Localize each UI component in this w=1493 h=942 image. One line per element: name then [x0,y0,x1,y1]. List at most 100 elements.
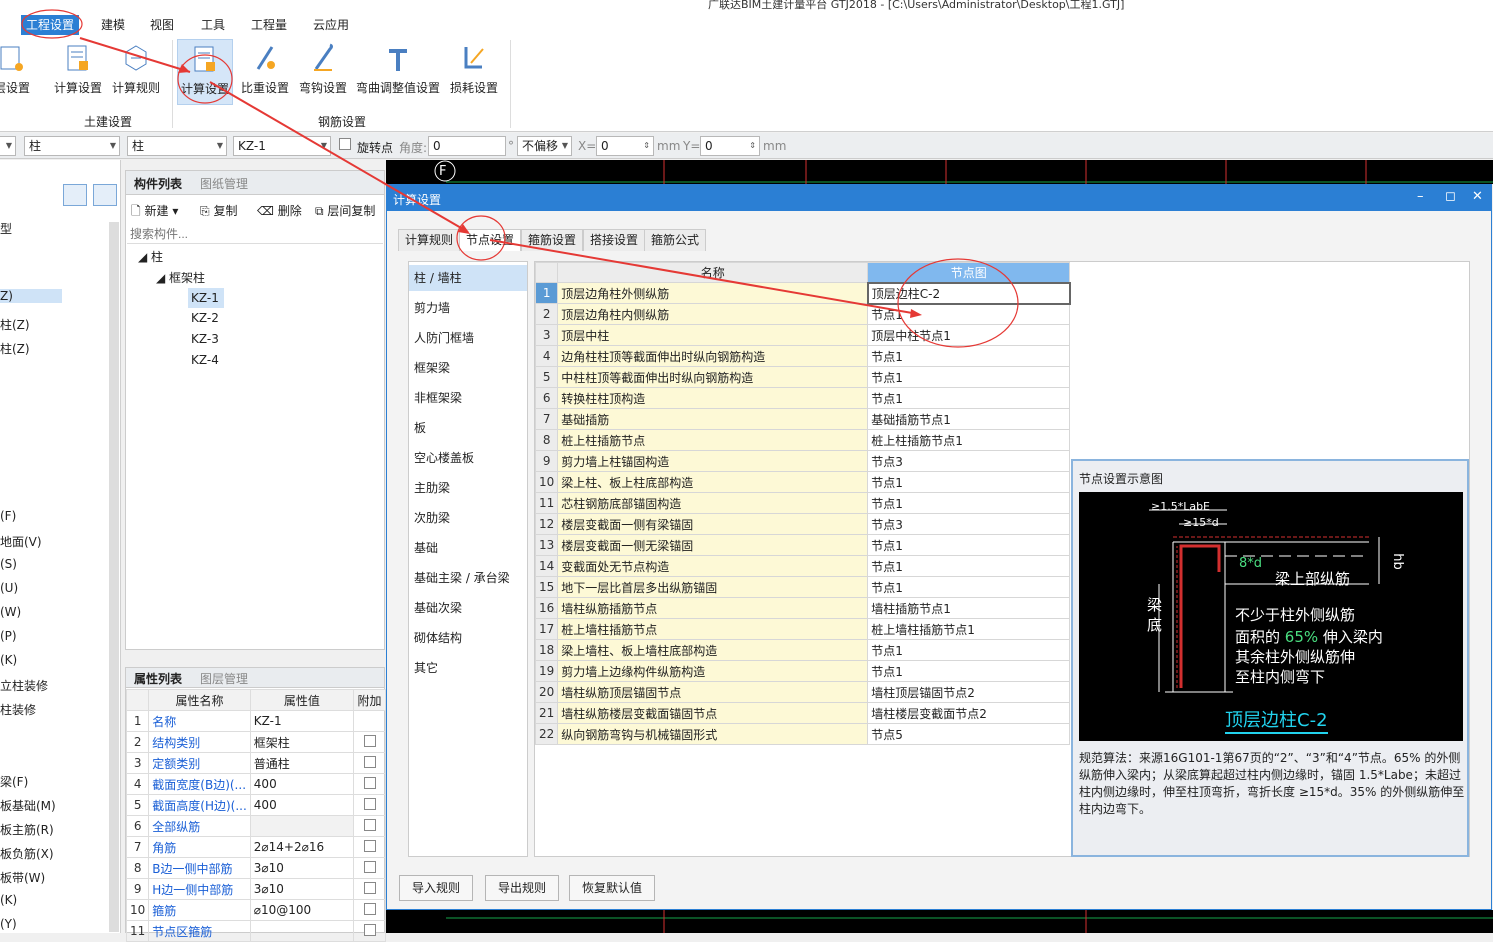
category-item[interactable]: 板 [409,415,527,441]
category-item[interactable]: 剪力墙 [409,295,527,321]
grid-row[interactable]: 8 桩上柱插筋节点 桩上柱插筋节点1 [535,429,1071,451]
element-name-combo[interactable]: KZ-1 ▼ [233,136,331,156]
component-item[interactable]: KZ-2 [191,311,219,325]
grid-row[interactable]: 15 地下一层比首层多出纵筋锚固 节点1 [535,576,1071,598]
category-item[interactable]: 基础主梁 / 承台梁 [409,565,527,591]
grid-row[interactable]: 7 基础插筋 基础插筋节点1 [535,408,1071,430]
row-node-value[interactable]: 节点1 [867,534,1071,556]
element-subtype-combo[interactable]: 柱 ▼ [127,136,227,156]
property-value[interactable]: 3⌀10 [249,857,355,879]
loss-settings-button[interactable]: 损耗设置 [446,39,502,105]
tab-drawing-management[interactable]: 图纸管理 [200,175,248,192]
property-value[interactable] [249,815,355,837]
drawing-canvas-bottom[interactable] [386,910,1493,933]
property-row[interactable]: 5 截面高度(H边)(... 400 [125,794,386,816]
row-node-value[interactable]: 节点5 [867,723,1071,745]
property-value[interactable]: 400 [249,794,355,816]
category-item[interactable]: 主肋梁 [409,475,527,501]
grid-row[interactable]: 1 顶层边角柱外侧纵筋 顶层边柱C-2 [535,281,1071,305]
nav-item[interactable]: (U) [0,581,18,595]
floor-copy-button[interactable]: ⧉ 层间复制 [315,202,375,219]
property-row[interactable]: 9 H边一侧中部筋 3⌀10 [125,878,386,900]
row-node-value[interactable]: 节点1 [867,660,1071,682]
tab-layer-management[interactable]: 图层管理 [200,670,248,687]
export-rules-button[interactable]: 导出规则 [485,875,560,901]
nav-item-selected[interactable]: Z) [0,289,62,303]
nav-item[interactable]: (Y) [0,917,17,931]
row-node-value[interactable]: 节点1 [867,387,1071,409]
nav-item[interactable]: 立柱装修 [0,677,48,694]
grid-row[interactable]: 10 梁上柱、板上柱底部构造 节点1 [535,471,1071,493]
grid-row[interactable]: 19 剪力墙上边缘构件纵筋构造 节点1 [535,660,1071,682]
nav-item[interactable]: (K) [0,893,17,907]
row-node-value[interactable]: 节点3 [867,450,1071,472]
import-rules-button[interactable]: 导入规则 [399,875,474,901]
row-node-value[interactable]: 基础插筋节点1 [867,408,1071,430]
property-row[interactable]: 11 节点区箍筋 [125,920,386,942]
drawing-canvas[interactable]: F [386,160,1493,184]
property-row[interactable]: 7 角筋 2⌀14+2⌀16 [125,836,386,858]
nav-item[interactable]: 柱(Z) [0,340,30,357]
grid-row[interactable]: 22 纵向钢筋弯钩与机械锚固形式 节点5 [535,723,1071,745]
row-node-value[interactable]: 节点1 [867,345,1071,367]
bend-adjust-settings-button[interactable]: 弯曲调整值设置 [354,39,442,105]
floor-settings-button[interactable]: 层设置 [0,39,34,105]
nav-item[interactable]: (P) [0,629,17,643]
category-item[interactable]: 柱 / 墙柱 [409,265,527,291]
row-node-value[interactable]: 顶层边柱C-2 [866,281,1071,305]
attach-checkbox[interactable] [363,923,376,936]
tab-property-list[interactable]: 属性列表 [134,670,182,687]
calc-rules-button[interactable]: 计算规则 [110,39,162,105]
tab-node-settings[interactable]: 节点设置 [459,229,522,251]
tab-stirrup-formula[interactable]: 箍筋公式 [644,229,707,251]
property-value[interactable]: 框架柱 [249,731,355,753]
row-node-value[interactable]: 桩上柱插筋节点1 [867,429,1071,451]
menu-quantity[interactable]: 工程量 [246,15,292,35]
grid-row[interactable]: 17 桩上墙柱插筋节点 桩上墙柱插筋节点1 [535,618,1071,640]
category-item[interactable]: 基础次梁 [409,595,527,621]
element-type-combo[interactable]: 柱 ▼ [24,136,120,156]
nav-item[interactable]: 梁(F) [0,773,28,790]
tab-calc-rules[interactable]: 计算规则 [398,229,461,251]
attach-checkbox[interactable] [363,797,376,810]
property-row[interactable]: 10 箍筋 ⌀10@100 [125,899,386,921]
grid-row[interactable]: 4 边角柱柱顶等截面伸出时纵向钢筋构造 节点1 [535,345,1071,367]
row-node-value[interactable]: 节点1 [867,366,1071,388]
list-view-icon[interactable] [63,184,87,206]
y-input[interactable]: 0 ⇕ [700,136,760,156]
offset-combo[interactable]: 不偏移 ▼ [517,136,572,156]
grid-row[interactable]: 11 芯柱钢筋底部锚固构造 节点1 [535,492,1071,514]
attach-checkbox[interactable] [363,818,376,831]
restore-defaults-button[interactable]: 恢复默认值 [569,875,656,901]
property-row[interactable]: 3 定额类别 普通柱 [125,752,386,774]
tab-component-list[interactable]: 构件列表 [134,175,182,192]
component-item[interactable]: KZ-4 [191,353,219,367]
property-row[interactable]: 8 B边一侧中部筋 3⌀10 [125,857,386,879]
nav-item[interactable]: 地面(V) [0,533,42,550]
attach-checkbox[interactable] [363,755,376,768]
nav-item[interactable]: 柱装修 [0,701,36,718]
attach-checkbox[interactable] [363,902,376,915]
maximize-icon[interactable]: ◻ [1445,189,1456,204]
category-item[interactable]: 人防门框墙 [409,325,527,351]
row-node-value[interactable]: 节点3 [867,513,1071,535]
row-node-value[interactable]: 桩上墙柱插筋节点1 [867,618,1071,640]
weight-settings-button[interactable]: 比重设置 [238,39,292,105]
row-node-value[interactable]: 墙柱楼层变截面节点2 [867,702,1071,724]
category-item[interactable]: 基础 [409,535,527,561]
new-button[interactable]: 🗋 新建 ▾ [131,202,178,223]
component-item-selected[interactable]: KZ-1 [188,288,224,308]
property-row[interactable]: 2 结构类别 框架柱 [125,731,386,753]
grid-row[interactable]: 6 转换柱柱顶构造 节点1 [535,387,1071,409]
minimize-icon[interactable]: – [1417,189,1424,204]
row-node-value[interactable]: 墙柱插筋节点1 [867,597,1071,619]
nav-item[interactable]: (S) [0,557,17,571]
menu-tools[interactable]: 工具 [196,15,230,35]
attach-checkbox[interactable] [363,839,376,852]
civil-calc-settings-button[interactable]: 计算设置 [52,39,104,105]
nav-item[interactable]: 板基础(M) [0,797,56,814]
grid-row[interactable]: 12 楼层变截面一侧有梁锚固 节点3 [535,513,1071,535]
property-value[interactable]: 普通柱 [249,752,355,774]
grid-row[interactable]: 13 楼层变截面一侧无梁锚固 节点1 [535,534,1071,556]
menu-cloud[interactable]: 云应用 [308,15,354,35]
